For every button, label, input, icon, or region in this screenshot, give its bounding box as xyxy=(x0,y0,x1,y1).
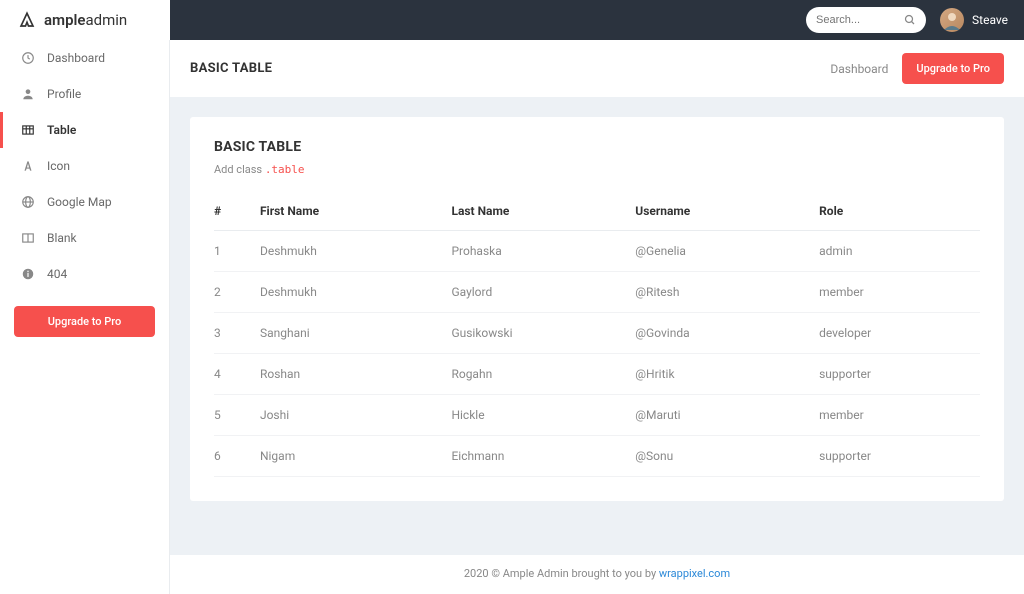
column-header: Role xyxy=(819,194,980,231)
table-cell: 1 xyxy=(214,231,260,272)
table-cell: admin xyxy=(819,231,980,272)
sidebar-item-table[interactable]: Table xyxy=(0,112,169,148)
column-header: # xyxy=(214,194,260,231)
sidebar-item-label: Dashboard xyxy=(47,51,105,65)
breadcrumb[interactable]: Dashboard xyxy=(830,62,888,76)
table-row: 3SanghaniGusikowski@Govindadeveloper xyxy=(214,313,980,354)
columns-icon xyxy=(21,231,35,245)
table-cell: Roshan xyxy=(260,354,452,395)
column-header: Username xyxy=(635,194,819,231)
globe-icon xyxy=(21,195,35,209)
sidebar-item-blank[interactable]: Blank xyxy=(0,220,169,256)
sidebar-item-label: Blank xyxy=(47,231,77,245)
table-cell: 5 xyxy=(214,395,260,436)
table-row: 6NigamEichmann@Sonusupporter xyxy=(214,436,980,477)
clock-icon xyxy=(21,51,35,65)
table-cell: @Genelia xyxy=(635,231,819,272)
sidebar: Dashboard Profile Table Icon Google Map Blank… xyxy=(0,40,170,594)
table-cell: Deshmukh xyxy=(260,272,452,313)
sidebar-item-icon[interactable]: Icon xyxy=(0,148,169,184)
page-header: BASIC TABLE Dashboard Upgrade to Pro xyxy=(170,40,1024,97)
table-row: 5JoshiHickle@Marutimember xyxy=(214,395,980,436)
sidebar-item-profile[interactable]: Profile xyxy=(0,76,169,112)
table-icon xyxy=(21,123,35,137)
brand-logo[interactable]: ampleadmin xyxy=(0,0,170,40)
table-cell: supporter xyxy=(819,436,980,477)
table-cell: Deshmukh xyxy=(260,231,452,272)
table-row: 4RoshanRogahn@Hritiksupporter xyxy=(214,354,980,395)
table-cell: 3 xyxy=(214,313,260,354)
table-cell: Hickle xyxy=(451,395,635,436)
sidebar-item-404[interactable]: 404 xyxy=(0,256,169,292)
table-cell: @Maruti xyxy=(635,395,819,436)
table-cell: 4 xyxy=(214,354,260,395)
table-cell: developer xyxy=(819,313,980,354)
footer-link[interactable]: wrappixel.com xyxy=(659,567,730,580)
table-cell: Eichmann xyxy=(451,436,635,477)
column-header: Last Name xyxy=(451,194,635,231)
search-box[interactable] xyxy=(806,7,926,33)
table-cell: 6 xyxy=(214,436,260,477)
topbar: Steave xyxy=(170,0,1024,40)
column-header: First Name xyxy=(260,194,452,231)
table-cell: @Sonu xyxy=(635,436,819,477)
sidebar-item-label: Table xyxy=(47,123,76,137)
table-cell: Gusikowski xyxy=(451,313,635,354)
table-cell: @Hritik xyxy=(635,354,819,395)
table-cell: member xyxy=(819,395,980,436)
user-name: Steave xyxy=(972,13,1008,27)
table-cell: Gaylord xyxy=(451,272,635,313)
table-cell: Nigam xyxy=(260,436,452,477)
sidebar-item-google-map[interactable]: Google Map xyxy=(0,184,169,220)
sidebar-item-label: 404 xyxy=(47,267,67,281)
card-title: BASIC TABLE xyxy=(214,139,980,155)
page-title: BASIC TABLE xyxy=(190,61,272,76)
avatar xyxy=(940,8,964,32)
sidebar-item-label: Google Map xyxy=(47,195,112,209)
table-row: 2DeshmukhGaylord@Riteshmember xyxy=(214,272,980,313)
table-cell: Joshi xyxy=(260,395,452,436)
table-cell: @Govinda xyxy=(635,313,819,354)
user-menu[interactable]: Steave xyxy=(940,8,1008,32)
table-card: BASIC TABLE Add class .table #First Name… xyxy=(190,117,1004,501)
font-icon xyxy=(21,159,35,173)
upgrade-button-header[interactable]: Upgrade to Pro xyxy=(902,53,1004,84)
table-cell: Sanghani xyxy=(260,313,452,354)
table-cell: supporter xyxy=(819,354,980,395)
data-table: #First NameLast NameUsernameRole 1Deshmu… xyxy=(214,194,980,477)
brand-name: ampleadmin xyxy=(44,11,127,29)
upgrade-button-sidebar[interactable]: Upgrade to Pro xyxy=(14,306,155,337)
main-content: BASIC TABLE Dashboard Upgrade to Pro BAS… xyxy=(170,40,1024,594)
logo-icon xyxy=(18,11,36,29)
sidebar-item-label: Icon xyxy=(47,159,70,173)
card-subtitle: Add class .table xyxy=(214,163,980,176)
sidebar-item-label: Profile xyxy=(47,87,81,101)
table-cell: @Ritesh xyxy=(635,272,819,313)
footer: 2020 © Ample Admin brought to you by wra… xyxy=(170,555,1024,594)
table-cell: Rogahn xyxy=(451,354,635,395)
table-cell: Prohaska xyxy=(451,231,635,272)
user-icon xyxy=(21,87,35,101)
sidebar-item-dashboard[interactable]: Dashboard xyxy=(0,40,169,76)
table-cell: 2 xyxy=(214,272,260,313)
search-input[interactable] xyxy=(816,14,898,26)
table-cell: member xyxy=(819,272,980,313)
table-row: 1DeshmukhProhaska@Geneliaadmin xyxy=(214,231,980,272)
info-icon xyxy=(21,267,35,281)
search-icon xyxy=(904,14,916,26)
